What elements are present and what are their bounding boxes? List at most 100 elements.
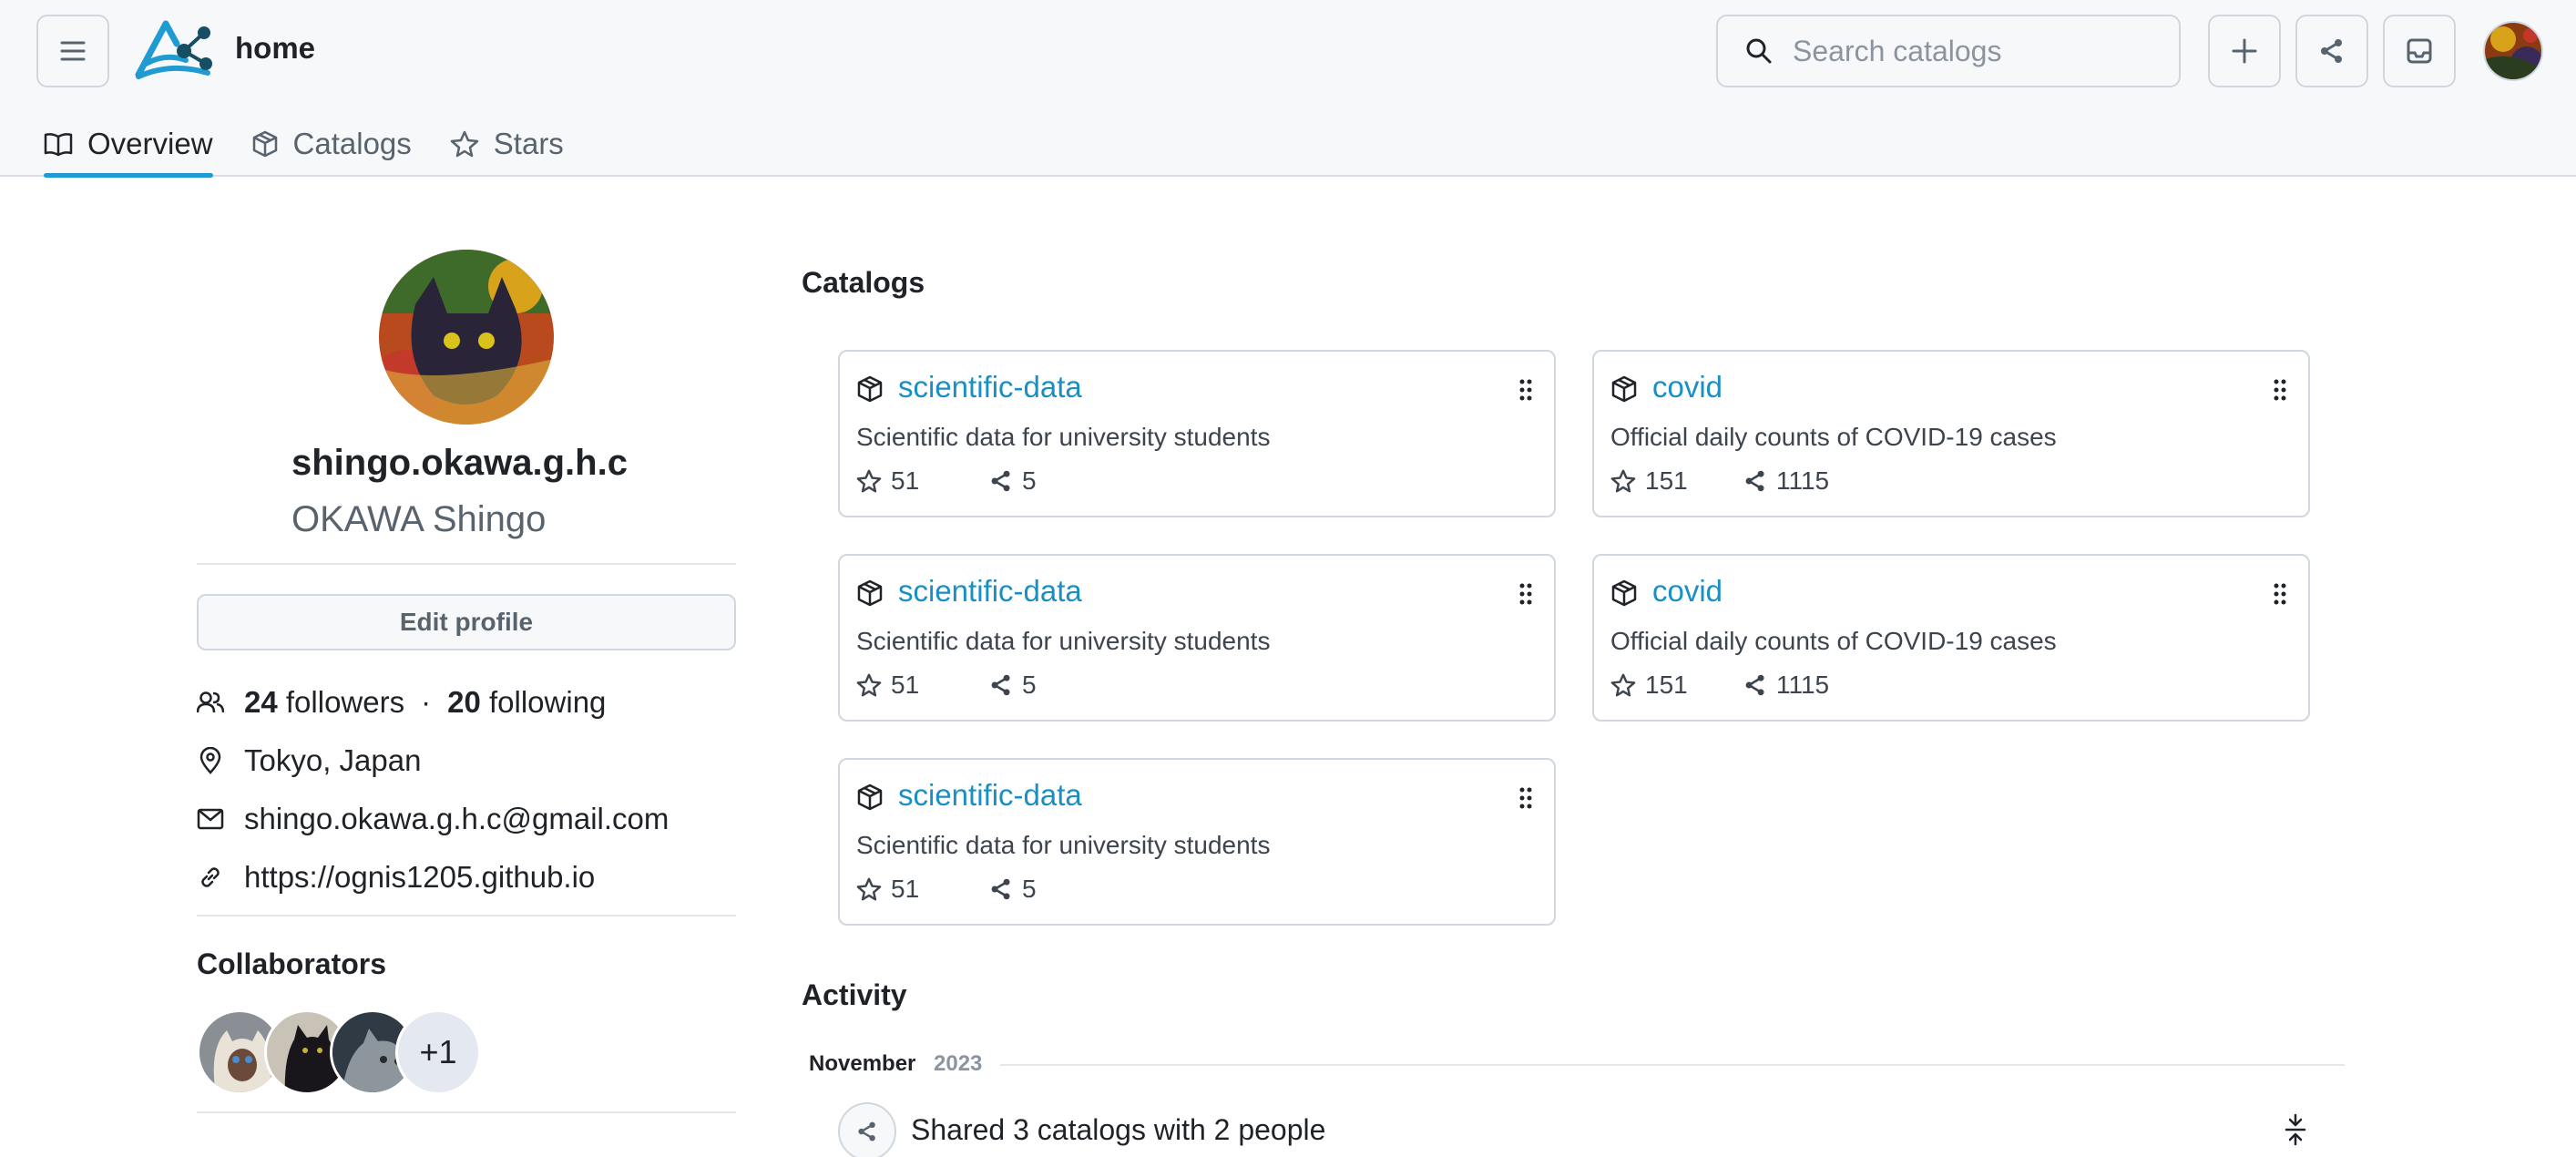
star-icon bbox=[856, 469, 882, 493]
drag-handle-icon[interactable] bbox=[1518, 377, 1534, 403]
share-count: 5 bbox=[1022, 466, 1037, 495]
location-row: Tokyo, Japan bbox=[197, 743, 421, 778]
catalog-name-link[interactable]: covid bbox=[1652, 574, 1722, 609]
menu-button[interactable] bbox=[36, 15, 109, 87]
star-icon bbox=[1610, 469, 1636, 493]
share-icon bbox=[991, 878, 1010, 900]
inbox-button[interactable] bbox=[2383, 15, 2456, 87]
share-icon bbox=[2321, 39, 2342, 63]
menu-icon bbox=[60, 41, 86, 61]
star-count: 51 bbox=[891, 671, 920, 699]
following-label[interactable]: following bbox=[489, 685, 606, 720]
follow-stats: 24 followers · 20 following bbox=[197, 685, 606, 720]
divider bbox=[197, 563, 736, 565]
catalog-card[interactable]: covid Official daily counts of COVID-19 … bbox=[1592, 350, 2310, 517]
followers-label[interactable]: followers bbox=[286, 685, 404, 720]
user-avatar[interactable] bbox=[2483, 21, 2543, 81]
star-count: 51 bbox=[891, 466, 920, 495]
star-count: 51 bbox=[891, 875, 920, 903]
catalog-description: Scientific data for university students bbox=[856, 423, 1271, 451]
share-count: 1115 bbox=[1776, 671, 1830, 699]
tab-overview[interactable]: Overview bbox=[44, 113, 213, 178]
location-pin-icon bbox=[199, 747, 221, 774]
tab-label: Stars bbox=[493, 127, 564, 160]
activity-item-icon bbox=[838, 1102, 896, 1157]
catalog-shares[interactable]: 5 bbox=[989, 466, 1037, 496]
tab-label: Overview bbox=[87, 127, 213, 160]
divider bbox=[197, 915, 736, 916]
plus-icon bbox=[2232, 38, 2257, 64]
followers-count[interactable]: 24 bbox=[244, 685, 278, 720]
catalog-shares[interactable]: 1115 bbox=[1743, 671, 1829, 700]
package-icon bbox=[857, 579, 883, 607]
edit-profile-button[interactable]: Edit profile bbox=[197, 594, 736, 650]
star-icon bbox=[856, 877, 882, 901]
catalog-card[interactable]: scientific-data Scientific data for univ… bbox=[838, 554, 1556, 722]
catalog-card[interactable]: covid Official daily counts of COVID-19 … bbox=[1592, 554, 2310, 722]
activity-section-title: Activity bbox=[802, 978, 907, 1011]
star-count: 151 bbox=[1645, 671, 1688, 699]
share-icon bbox=[991, 470, 1010, 492]
drag-handle-icon[interactable] bbox=[1518, 581, 1534, 607]
website-link[interactable]: https://ognis1205.github.io bbox=[244, 860, 595, 895]
star-count: 151 bbox=[1645, 466, 1688, 495]
catalog-description: Official daily counts of COVID-19 cases bbox=[1610, 423, 2057, 451]
expand-icon[interactable] bbox=[2283, 1113, 2308, 1146]
share-button[interactable] bbox=[2295, 15, 2368, 87]
package-icon bbox=[1611, 375, 1637, 403]
divider bbox=[197, 1111, 736, 1113]
following-count[interactable]: 20 bbox=[447, 685, 481, 720]
tab-catalogs[interactable]: Catalogs bbox=[251, 113, 412, 175]
share-count: 1115 bbox=[1776, 466, 1830, 495]
tab-stars[interactable]: Stars bbox=[450, 113, 564, 175]
star-icon bbox=[1610, 673, 1636, 697]
catalog-shares[interactable]: 5 bbox=[989, 671, 1037, 700]
create-button[interactable] bbox=[2208, 15, 2281, 87]
people-icon bbox=[197, 691, 224, 713]
app-logo-icon[interactable] bbox=[135, 18, 213, 82]
package-icon bbox=[857, 375, 883, 403]
catalog-stars[interactable]: 151 bbox=[1610, 671, 1688, 700]
catalog-stars[interactable]: 51 bbox=[856, 466, 919, 496]
catalog-description: Scientific data for university students bbox=[856, 831, 1271, 859]
catalogs-section-title: Catalogs bbox=[802, 266, 925, 299]
share-count: 5 bbox=[1022, 671, 1037, 699]
email-row: shingo.okawa.g.h.c@gmail.com bbox=[197, 802, 669, 836]
catalog-name-link[interactable]: covid bbox=[1652, 370, 1722, 404]
collaborators-title: Collaborators bbox=[197, 947, 387, 980]
drag-handle-icon[interactable] bbox=[2272, 581, 2288, 607]
search-input[interactable] bbox=[1793, 34, 2157, 68]
more-collaborators-badge[interactable]: +1 bbox=[395, 1009, 481, 1095]
activity-item-text: Shared 3 catalogs with 2 people bbox=[911, 1113, 1326, 1146]
share-icon bbox=[1745, 470, 1764, 492]
share-icon bbox=[858, 1121, 875, 1142]
catalog-shares[interactable]: 1115 bbox=[1743, 466, 1829, 496]
catalog-name-link[interactable]: scientific-data bbox=[898, 574, 1082, 609]
book-icon bbox=[44, 133, 73, 157]
link-icon bbox=[201, 867, 220, 887]
package-icon bbox=[857, 783, 883, 811]
activity-year: 2023 bbox=[934, 1051, 983, 1076]
drag-handle-icon[interactable] bbox=[1518, 785, 1534, 811]
search-icon bbox=[1746, 38, 1772, 64]
catalog-card[interactable]: scientific-data Scientific data for univ… bbox=[838, 350, 1556, 517]
inbox-icon bbox=[2407, 38, 2432, 64]
search-box[interactable] bbox=[1716, 15, 2181, 87]
catalog-name-link[interactable]: scientific-data bbox=[898, 778, 1082, 813]
page-title: home bbox=[235, 31, 316, 65]
catalog-shares[interactable]: 5 bbox=[989, 875, 1037, 904]
share-icon bbox=[991, 674, 1010, 696]
package-icon bbox=[252, 130, 277, 158]
catalog-name-link[interactable]: scientific-data bbox=[898, 370, 1082, 404]
profile-tabs: Overview Catalogs Stars bbox=[44, 113, 602, 178]
catalog-card[interactable]: scientific-data Scientific data for univ… bbox=[838, 758, 1556, 926]
catalog-description: Scientific data for university students bbox=[856, 627, 1271, 655]
website-row: https://ognis1205.github.io bbox=[197, 860, 595, 895]
drag-handle-icon[interactable] bbox=[2272, 377, 2288, 403]
share-icon bbox=[1745, 674, 1764, 696]
catalog-stars[interactable]: 151 bbox=[1610, 466, 1688, 496]
catalog-stars[interactable]: 51 bbox=[856, 875, 919, 904]
email-link[interactable]: shingo.okawa.g.h.c@gmail.com bbox=[244, 802, 669, 836]
catalog-stars[interactable]: 51 bbox=[856, 671, 919, 700]
activity-month: November bbox=[809, 1051, 916, 1076]
